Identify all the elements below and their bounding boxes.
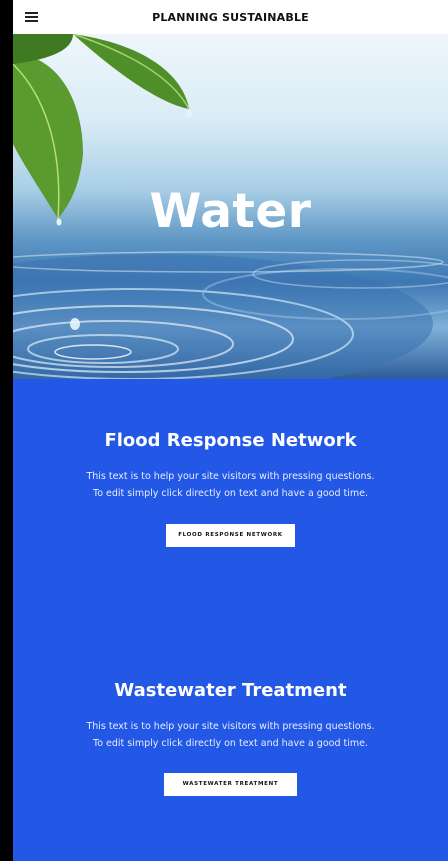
page-frame: PLANNING SUSTAINABLE Water Flood Respons… <box>13 0 448 861</box>
description-line: This text is to help your site visitors … <box>86 721 375 732</box>
top-navigation-bar: PLANNING SUSTAINABLE <box>13 0 448 34</box>
section-title: Wastewater Treatment <box>114 680 347 701</box>
section-flood-response: Flood Response Network This text is to h… <box>13 430 448 547</box>
hero-title: Water <box>149 184 312 239</box>
flood-response-network-button[interactable]: FLOOD RESPONSE NETWORK <box>166 524 295 547</box>
section-description: This text is to help your site visitors … <box>13 718 448 752</box>
wastewater-treatment-button[interactable]: WASTEWATER TREATMENT <box>164 773 297 796</box>
site-title[interactable]: PLANNING SUSTAINABLE <box>13 11 448 24</box>
description-line: To edit simply click directly on text an… <box>93 488 368 499</box>
description-line: This text is to help your site visitors … <box>86 471 375 482</box>
section-wastewater-treatment: Wastewater Treatment This text is to hel… <box>13 680 448 796</box>
section-description: This text is to help your site visitors … <box>13 468 448 502</box>
hero-banner: Water <box>13 34 448 379</box>
section-title: Flood Response Network <box>104 430 357 451</box>
description-line: To edit simply click directly on text an… <box>93 738 368 749</box>
